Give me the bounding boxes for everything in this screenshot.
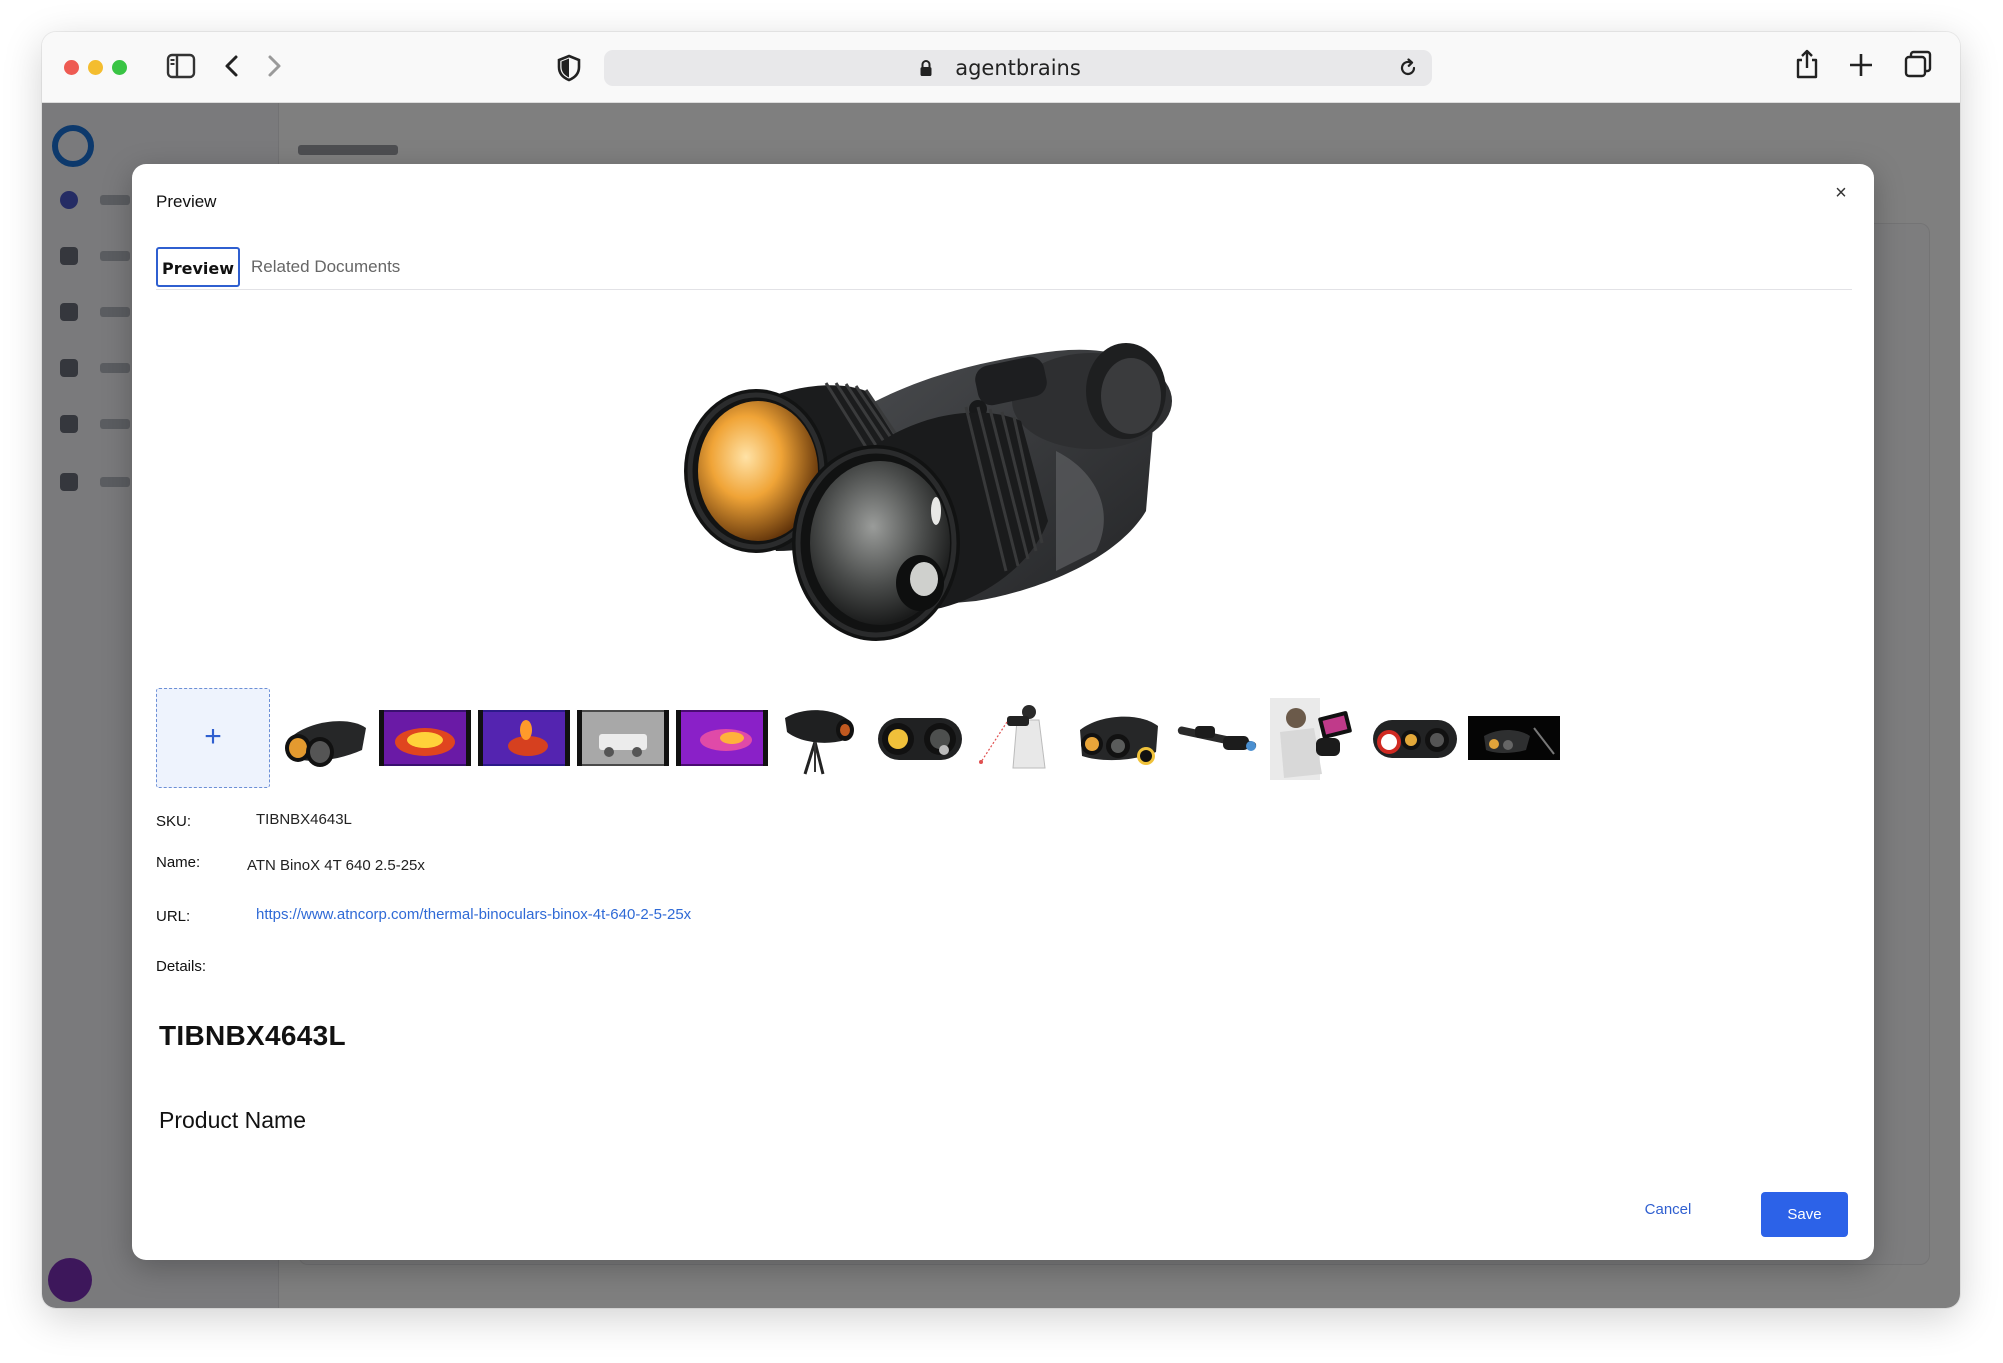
share-icon[interactable] [1794,48,1820,80]
product-url-link[interactable]: https://www.atncorp.com/thermal-binocula… [256,906,691,923]
address-url: agentbrains [955,56,1081,80]
address-bar[interactable]: agentbrains [604,50,1432,86]
thumbnail-thermal-truck-grayscale[interactable] [577,698,669,780]
thumbnail-thermal-rider-purple[interactable] [478,698,570,780]
product-main-image [684,343,1172,641]
cancel-button[interactable]: Cancel [1634,1192,1702,1228]
tab-related-documents[interactable]: Related Documents [242,247,409,287]
thumbnail-binocular-red-badge[interactable] [1369,698,1461,780]
save-button[interactable]: Save [1761,1192,1848,1237]
modal-tabs: Preview Related Documents [156,247,1852,290]
new-tab-icon[interactable] [1848,52,1874,78]
thumbnail-binocular-front-angle[interactable] [280,698,372,780]
details-heading: TIBNBX4643L [159,1020,346,1051]
back-icon[interactable] [222,52,242,80]
browser-toolbar: agentbrains [42,32,1960,103]
thumbnail-binocular-rifle-mount[interactable] [1171,698,1263,780]
modal-title: Preview [156,192,217,211]
thumbnail-thermal-car-purple[interactable] [379,698,471,780]
close-icon[interactable]: × [1828,180,1854,206]
thumbnail-thermal-car-magenta[interactable] [676,698,768,780]
preview-modal: Preview × Preview Related Documents + SK… [132,164,1874,1260]
url-label: URL: [156,908,191,925]
thumbnail-binocular-lens-badge[interactable] [1072,698,1164,780]
tab-preview[interactable]: Preview [156,247,240,287]
tab-overview-icon[interactable] [1904,50,1932,78]
details-label: Details: [156,958,207,975]
window-minimize-dot[interactable] [88,60,103,75]
name-label: Name: [156,854,201,871]
thumbnail-hunter-with-rangefinder[interactable] [973,698,1065,780]
details-subheading: Product Name [159,1107,307,1133]
sidebar-toggle-icon[interactable] [166,52,196,80]
thumbnail-binocular-on-tripod[interactable] [775,698,867,780]
forward-icon[interactable] [264,52,284,80]
privacy-shield-icon[interactable] [556,54,582,82]
reload-icon[interactable] [1398,58,1418,78]
name-value: ATN BinoX 4T 640 2.5-25x [247,857,425,874]
add-image-button[interactable]: + [156,688,270,788]
sku-label: SKU: [156,813,192,830]
window-close-dot[interactable] [64,60,79,75]
window-zoom-dot[interactable] [112,60,127,75]
thumbnail-hunter-with-tablet[interactable] [1270,698,1362,780]
sku-value: TIBNBX4643L [256,811,352,828]
thumbnail-binocular-dark-studio[interactable] [1468,698,1560,780]
thumbnail-binocular-front-lenses[interactable] [874,698,966,780]
